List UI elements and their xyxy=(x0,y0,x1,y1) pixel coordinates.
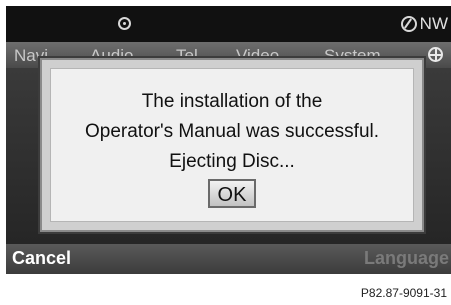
compass-heading: NW xyxy=(419,14,448,33)
dialog-message-line-1: The installation of the xyxy=(141,91,323,112)
disc-icon xyxy=(118,17,131,30)
bottom-bar: Cancel Language xyxy=(6,244,451,274)
figure-code: P82.87-9091-31 xyxy=(360,286,447,300)
dialog-message-line-2: Operator's Manual was successful. xyxy=(84,121,380,142)
language-button: Language xyxy=(363,248,449,268)
status-bar: NW xyxy=(6,6,451,42)
head-unit-screen: NW Navi Audio Tel Video System Cancel La… xyxy=(6,6,451,274)
cancel-button[interactable]: Cancel xyxy=(12,248,71,269)
message-dialog: The installation of the Operator's Manua… xyxy=(40,58,424,232)
ok-button[interactable]: OK xyxy=(207,179,257,208)
globe-icon[interactable] xyxy=(428,47,443,62)
dialog-message-line-3: Ejecting Disc... xyxy=(169,151,295,172)
dialog-body: The installation of the Operator's Manua… xyxy=(50,68,414,222)
compass-indicator: NW xyxy=(400,12,448,36)
compass-icon xyxy=(400,16,417,32)
